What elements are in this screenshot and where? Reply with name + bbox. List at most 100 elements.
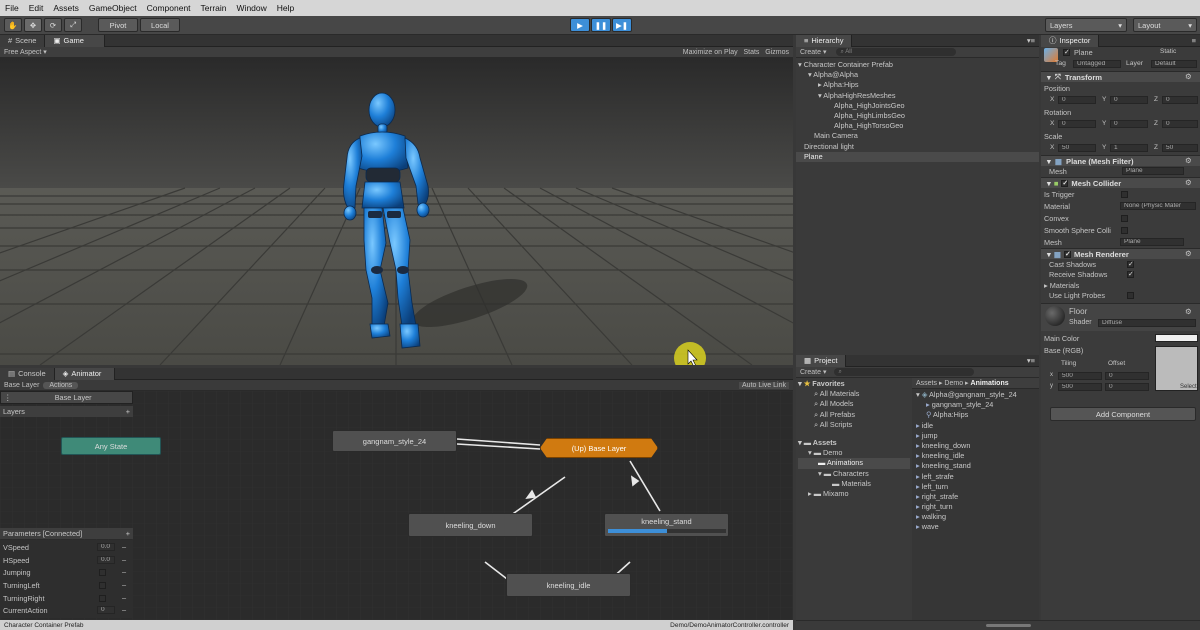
- scale-x-field[interactable]: 50: [1058, 144, 1096, 152]
- offset-x-field[interactable]: 0: [1105, 372, 1149, 380]
- layer-dropdown[interactable]: Default: [1151, 60, 1197, 68]
- folder-item[interactable]: ▸ ▬ Mixamo: [798, 489, 910, 499]
- maximize-on-play-toggle[interactable]: Maximize on Play: [683, 49, 738, 56]
- state-kneeling-down[interactable]: kneeling_down: [408, 513, 533, 537]
- menu-file[interactable]: File: [0, 3, 24, 13]
- auto-live-link-toggle[interactable]: Auto Live Link: [739, 381, 789, 389]
- tree-item[interactable]: Alpha_HighTorsoGeo: [796, 121, 1039, 131]
- tree-item[interactable]: Alpha_HighJointsGeo: [796, 101, 1039, 111]
- add-parameter-icon[interactable]: +: [126, 529, 130, 538]
- param-value-field[interactable]: 0.0: [97, 543, 115, 551]
- state-gangnam[interactable]: gangnam_style_24: [332, 430, 457, 452]
- gizmos-toggle[interactable]: Gizmos: [765, 49, 789, 56]
- active-checkbox[interactable]: ✓: [1063, 49, 1070, 56]
- tag-dropdown[interactable]: Untagged: [1073, 60, 1121, 68]
- file-item[interactable]: ▸ left_strafe: [916, 472, 1039, 482]
- param-value-field[interactable]: 0.0: [97, 556, 115, 564]
- scale-tool-icon[interactable]: ⤢: [64, 18, 82, 32]
- breadcrumb-actions[interactable]: Actions: [43, 381, 79, 389]
- rotation-z-field[interactable]: 0: [1162, 120, 1198, 128]
- tree-item[interactable]: ▾ Alpha@Alpha: [796, 70, 1039, 80]
- create-dropdown[interactable]: Create ▾: [800, 368, 826, 376]
- mesh-renderer-header[interactable]: ▾ ▦ ✓ Mesh Renderer: [1041, 248, 1200, 259]
- add-component-button[interactable]: Add Component: [1050, 407, 1196, 421]
- tree-item[interactable]: Alpha_HighLimbsGeo: [796, 111, 1039, 121]
- main-color-swatch[interactable]: [1155, 334, 1198, 342]
- remove-param-icon[interactable]: –: [122, 593, 126, 602]
- menu-assets[interactable]: Assets: [48, 3, 84, 13]
- tab-scene[interactable]: # Scene: [0, 34, 46, 47]
- mesh-field[interactable]: Plane: [1122, 167, 1184, 175]
- panel-menu-icon[interactable]: ▾≡: [1027, 36, 1039, 45]
- tree-item[interactable]: Main Camera: [796, 131, 1039, 141]
- gear-icon[interactable]: ⚙: [1185, 178, 1192, 187]
- tab-project[interactable]: ▦ Project: [796, 354, 847, 367]
- position-x-field[interactable]: 0: [1058, 96, 1096, 104]
- gear-icon[interactable]: ⚙: [1185, 307, 1192, 316]
- texture-select-button[interactable]: Select: [1180, 384, 1197, 390]
- object-name-field[interactable]: Plane: [1074, 48, 1093, 57]
- component-enabled-checkbox[interactable]: ✓: [1064, 250, 1071, 258]
- tab-hierarchy[interactable]: ≡ Hierarchy: [796, 34, 853, 47]
- file-item[interactable]: ▸ kneeling_down: [916, 441, 1039, 451]
- tiling-y-field[interactable]: 500: [1058, 383, 1102, 391]
- param-value-field[interactable]: 0: [97, 606, 115, 614]
- is-trigger-checkbox[interactable]: [1121, 191, 1128, 198]
- favorite-item[interactable]: ⌕ All Prefabs: [798, 410, 910, 420]
- pivot-toggle[interactable]: Pivot: [98, 18, 138, 32]
- menu-help[interactable]: Help: [272, 3, 299, 13]
- gear-icon[interactable]: ⚙: [1185, 249, 1192, 258]
- collider-mesh-field[interactable]: Plane: [1120, 238, 1184, 246]
- icon-size-slider[interactable]: [986, 624, 1031, 627]
- layer-item[interactable]: ⋮ Base Layer: [0, 391, 133, 404]
- offset-y-field[interactable]: 0: [1105, 383, 1149, 391]
- favorite-item[interactable]: ⌕ All Models: [798, 399, 910, 409]
- menu-gameobject[interactable]: GameObject: [84, 3, 142, 13]
- gear-icon[interactable]: ⚙: [1185, 156, 1192, 165]
- tree-item[interactable]: Directional light: [796, 142, 1039, 152]
- step-button[interactable]: ▶❚: [612, 18, 632, 32]
- tab-animator[interactable]: ◈ Animator: [54, 367, 115, 380]
- materials-foldout[interactable]: ▸ Materials: [1044, 281, 1079, 290]
- receive-shadows-checkbox[interactable]: ✓: [1127, 271, 1134, 278]
- component-enabled-checkbox[interactable]: ✓: [1061, 179, 1069, 187]
- favorite-item[interactable]: ⌕ All Materials: [798, 389, 910, 399]
- file-item[interactable]: ▸ left_turn: [916, 482, 1039, 492]
- static-toggle[interactable]: Static: [1160, 48, 1176, 55]
- remove-param-icon[interactable]: –: [122, 542, 126, 551]
- state-up-base-layer[interactable]: (Up) Base Layer: [540, 438, 658, 458]
- breadcrumb-item[interactable]: Animations: [971, 380, 1009, 387]
- state-kneeling-idle[interactable]: kneeling_idle: [506, 573, 631, 597]
- tab-console[interactable]: ▤ Console: [0, 367, 55, 380]
- cast-shadows-checkbox[interactable]: ✓: [1127, 261, 1134, 268]
- aspect-dropdown[interactable]: Free Aspect ▾: [4, 48, 47, 56]
- smooth-sphere-checkbox[interactable]: [1121, 227, 1128, 234]
- breadcrumb-item[interactable]: Demo: [944, 380, 963, 387]
- panel-menu-icon[interactable]: ▾≡: [1027, 356, 1039, 365]
- game-viewport[interactable]: [0, 58, 793, 365]
- file-item[interactable]: ▸ gangnam_style_24: [916, 400, 1039, 410]
- mesh-collider-header[interactable]: ▾ ■ ✓ Mesh Collider: [1041, 177, 1200, 188]
- assets-header[interactable]: ▾ ▬ Assets: [798, 438, 910, 448]
- light-probes-checkbox[interactable]: [1127, 292, 1134, 299]
- favorite-item[interactable]: ⌕ All Scripts: [798, 420, 910, 430]
- create-dropdown[interactable]: Create ▾: [800, 48, 826, 56]
- tree-item[interactable]: ▸ Alpha:Hips: [796, 80, 1039, 90]
- param-checkbox[interactable]: [99, 569, 106, 576]
- position-z-field[interactable]: 0: [1162, 96, 1198, 104]
- file-item[interactable]: ▸ idle: [916, 421, 1039, 431]
- rotate-tool-icon[interactable]: ⟳: [44, 18, 62, 32]
- tree-item[interactable]: ▾ Character Container Prefab: [796, 60, 1039, 70]
- param-checkbox[interactable]: [99, 582, 106, 589]
- file-item[interactable]: ⚲ Alpha:Hips: [916, 410, 1039, 420]
- layers-dropdown[interactable]: Layers ▾: [1045, 18, 1127, 32]
- scale-y-field[interactable]: 1: [1110, 144, 1148, 152]
- stats-toggle[interactable]: Stats: [743, 49, 759, 56]
- tiling-x-field[interactable]: 500: [1058, 372, 1102, 380]
- tree-item-selected[interactable]: Plane: [796, 151, 1039, 162]
- rotation-y-field[interactable]: 0: [1110, 120, 1148, 128]
- shader-dropdown[interactable]: Diffuse: [1098, 319, 1196, 327]
- move-tool-icon[interactable]: ✥: [24, 18, 42, 32]
- folder-item[interactable]: ▬ Materials: [798, 479, 910, 489]
- favorites-header[interactable]: ▾ ★ Favorites: [798, 379, 910, 389]
